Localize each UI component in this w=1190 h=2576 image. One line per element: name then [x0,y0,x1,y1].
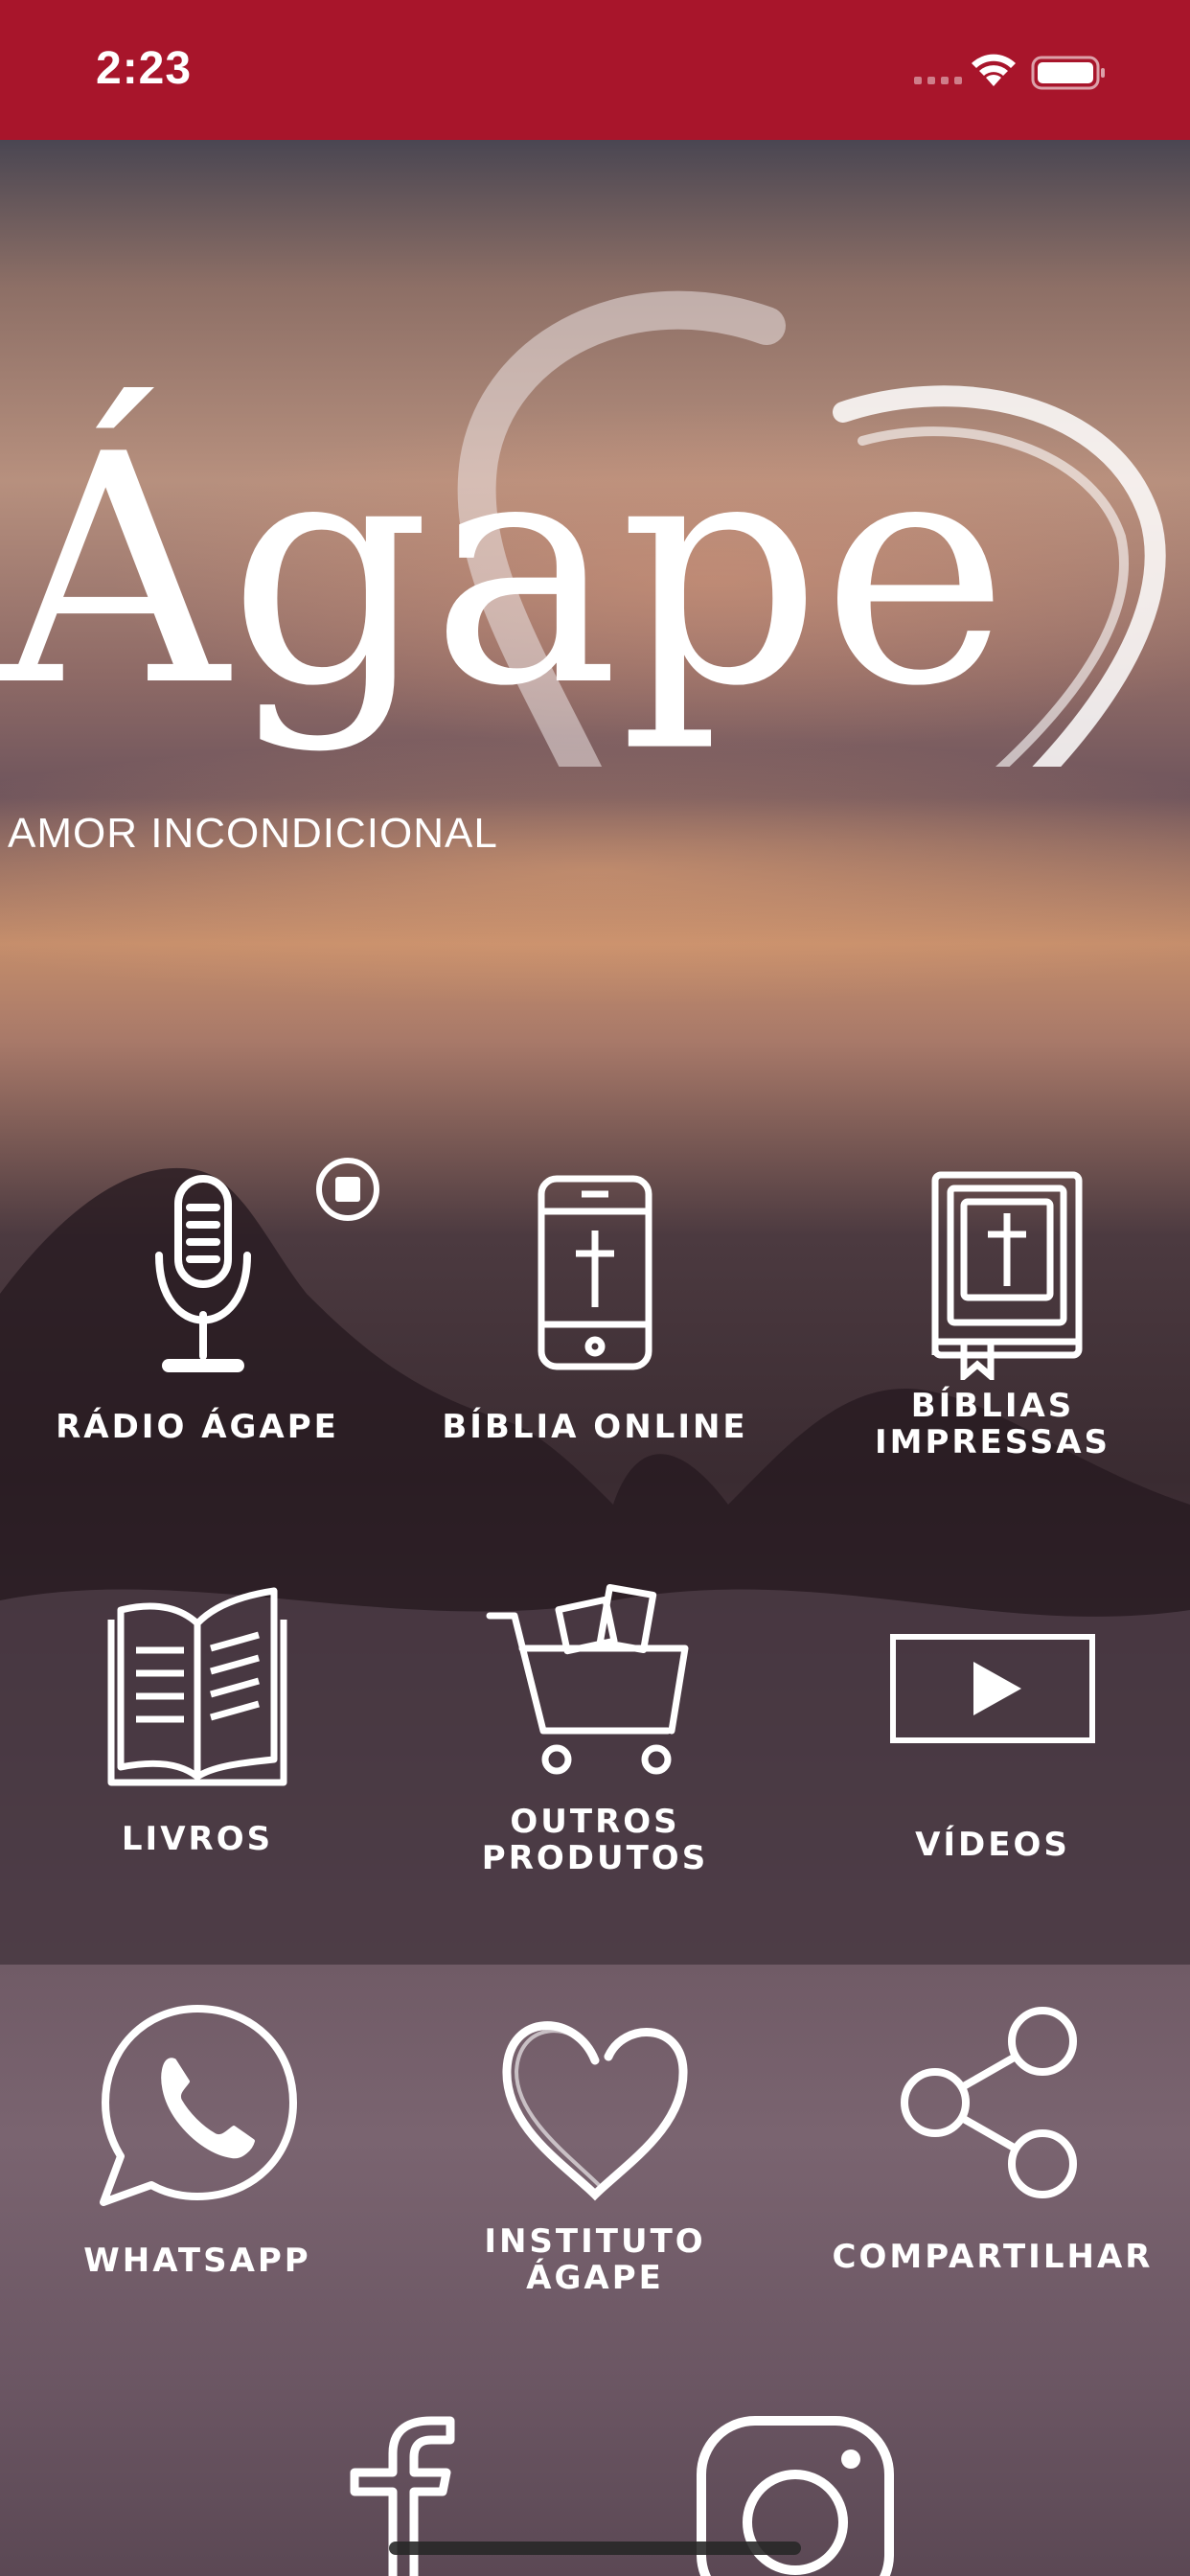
menu-instituto-agape[interactable]: INSTITUTO ÁGAPE [413,1993,777,2319]
menu-livros[interactable]: LIVROS [15,1562,379,1888]
menu-label: COMPARTILHAR [832,2238,1154,2276]
cellular-signal-icon [914,77,962,84]
home-indicator[interactable] [389,2542,801,2555]
open-book-icon [107,1587,287,1786]
menu-label: BÍBLIAS IMPRESSAS [874,1387,1111,1461]
status-bar: 2:23 [0,0,1190,140]
menu-label: RÁDIO ÁGAPE [56,1408,339,1446]
logo-heart-graphic: Ágape [0,290,1166,767]
share-icon [901,2007,1077,2198]
status-icons [914,54,1105,90]
menu-radio-agape[interactable]: RÁDIO ÁGAPE [15,1150,379,1476]
bible-book-icon [931,1171,1083,1380]
heart-icon [502,2021,688,2201]
menu-biblias-impressas[interactable]: BÍBLIAS IMPRESSAS [811,1150,1175,1476]
stop-icon[interactable] [314,1156,381,1223]
menu-outros-produtos[interactable]: OUTROS PRODUTOS [413,1562,777,1888]
play-video-icon [890,1634,1095,1743]
battery-icon [1031,56,1105,90]
microphone-icon [155,1175,251,1372]
phone-cross-icon [538,1175,652,1370]
logo-wordmark: Ágape [0,384,1009,755]
whatsapp-icon [100,2005,297,2206]
menu-whatsapp[interactable]: WHATSAPP [15,1993,379,2319]
agape-logo: Ágape AMOR INCONDICIONAL [0,268,1190,997]
menu-label: INSTITUTO ÁGAPE [484,2222,706,2297]
menu-label: BÍBLIA ONLINE [442,1408,748,1446]
menu-label: VÍDEOS [915,1826,1070,1864]
menu-biblia-online[interactable]: BÍBLIA ONLINE [413,1150,777,1476]
wifi-icon [972,54,1016,86]
logo-tagline: AMOR INCONDICIONAL [8,810,498,857]
menu-label: OUTROS PRODUTOS [481,1803,709,1877]
status-time: 2:23 [96,43,193,94]
menu-label: LIVROS [121,1820,274,1858]
menu-videos[interactable]: VÍDEOS [811,1562,1175,1888]
shopping-cart-icon [486,1583,689,1775]
menu-label: WHATSAPP [83,2242,311,2280]
menu-compartilhar[interactable]: COMPARTILHAR [811,1993,1175,2319]
